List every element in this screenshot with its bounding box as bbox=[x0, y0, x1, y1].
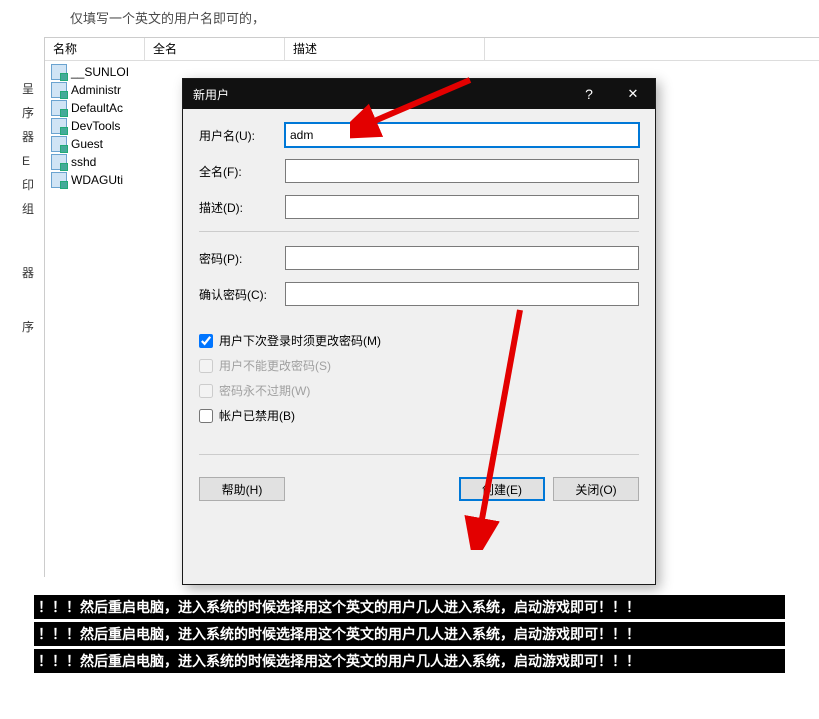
nav-frag: 序 bbox=[22, 315, 44, 339]
password-label: 密码(P): bbox=[199, 250, 285, 267]
page-instruction: 仅填写一个英文的用户名即可的， bbox=[0, 0, 819, 37]
user-name: __SUNLOI bbox=[71, 65, 129, 79]
confirm-password-field[interactable] bbox=[285, 282, 639, 306]
must-change-password-checkbox[interactable] bbox=[199, 334, 213, 348]
dialog-titlebar[interactable]: 新用户 ? ✕ bbox=[183, 79, 655, 109]
password-field[interactable] bbox=[285, 246, 639, 270]
help-icon[interactable]: ? bbox=[567, 79, 611, 109]
nav-frag: 器 bbox=[22, 125, 44, 149]
desc-label: 描述(D): bbox=[199, 199, 285, 216]
list-header: 名称 全名 描述 bbox=[45, 38, 819, 61]
col-fullname[interactable]: 全名 bbox=[145, 38, 285, 60]
fullname-label: 全名(F): bbox=[199, 163, 285, 180]
user-name: Guest bbox=[71, 137, 103, 151]
confirm-label: 确认密码(C): bbox=[199, 286, 285, 303]
nav-frag: 印组 bbox=[22, 173, 44, 221]
user-icon bbox=[51, 118, 67, 134]
user-icon bbox=[51, 100, 67, 116]
instruction-text: 仅填写一个英文的用户名即可的， bbox=[70, 11, 265, 26]
user-icon bbox=[51, 136, 67, 152]
user-name: Administr bbox=[71, 83, 121, 97]
account-disabled-label: 帐户已禁用(B) bbox=[219, 407, 295, 424]
never-expire-label: 密码永不过期(W) bbox=[219, 382, 310, 399]
user-name: WDAGUti bbox=[71, 173, 123, 187]
username-field[interactable] bbox=[285, 123, 639, 147]
username-label: 用户名(U): bbox=[199, 127, 285, 144]
user-icon bbox=[51, 154, 67, 170]
cannot-change-password-checkbox bbox=[199, 359, 213, 373]
new-user-dialog: 新用户 ? ✕ 用户名(U): 全名(F): 描述(D): 密码(P): 确认密… bbox=[182, 78, 656, 585]
separator bbox=[199, 231, 639, 232]
cannot-change-label: 用户不能更改密码(S) bbox=[219, 357, 331, 374]
help-button[interactable]: 帮助(H) bbox=[199, 477, 285, 501]
never-expire-checkbox bbox=[199, 384, 213, 398]
col-desc[interactable]: 描述 bbox=[285, 38, 485, 60]
warning-line: ！！！然后重启电脑，进入系统的时候选择用这个英文的用户几人进入系统，启动游戏即可… bbox=[34, 622, 785, 646]
left-nav-fragment: 呈序 器 E 印组 器 序 bbox=[0, 37, 44, 577]
user-icon bbox=[51, 82, 67, 98]
nav-frag: 呈序 bbox=[22, 77, 44, 125]
user-icon bbox=[51, 172, 67, 188]
user-name: DefaultAc bbox=[71, 101, 123, 115]
account-disabled-checkbox[interactable] bbox=[199, 409, 213, 423]
must-change-label: 用户下次登录时须更改密码(M) bbox=[219, 332, 381, 349]
dialog-title: 新用户 bbox=[183, 86, 567, 103]
fullname-field[interactable] bbox=[285, 159, 639, 183]
warning-block: ！！！然后重启电脑，进入系统的时候选择用这个英文的用户几人进入系统，启动游戏即可… bbox=[34, 595, 785, 673]
user-icon bbox=[51, 64, 67, 80]
close-button[interactable]: 关闭(O) bbox=[553, 477, 639, 501]
user-name: DevTools bbox=[71, 119, 120, 133]
separator bbox=[199, 454, 639, 455]
user-name: sshd bbox=[71, 155, 96, 169]
col-name[interactable]: 名称 bbox=[45, 38, 145, 60]
close-icon[interactable]: ✕ bbox=[611, 79, 655, 109]
nav-frag: E bbox=[22, 149, 44, 173]
desc-field[interactable] bbox=[285, 195, 639, 219]
nav-frag: 器 bbox=[22, 261, 44, 285]
warning-line: ！！！然后重启电脑，进入系统的时候选择用这个英文的用户几人进入系统，启动游戏即可… bbox=[34, 595, 785, 619]
create-button[interactable]: 创建(E) bbox=[459, 477, 545, 501]
warning-line: ！！！然后重启电脑，进入系统的时候选择用这个英文的用户几人进入系统，启动游戏即可… bbox=[34, 649, 785, 673]
